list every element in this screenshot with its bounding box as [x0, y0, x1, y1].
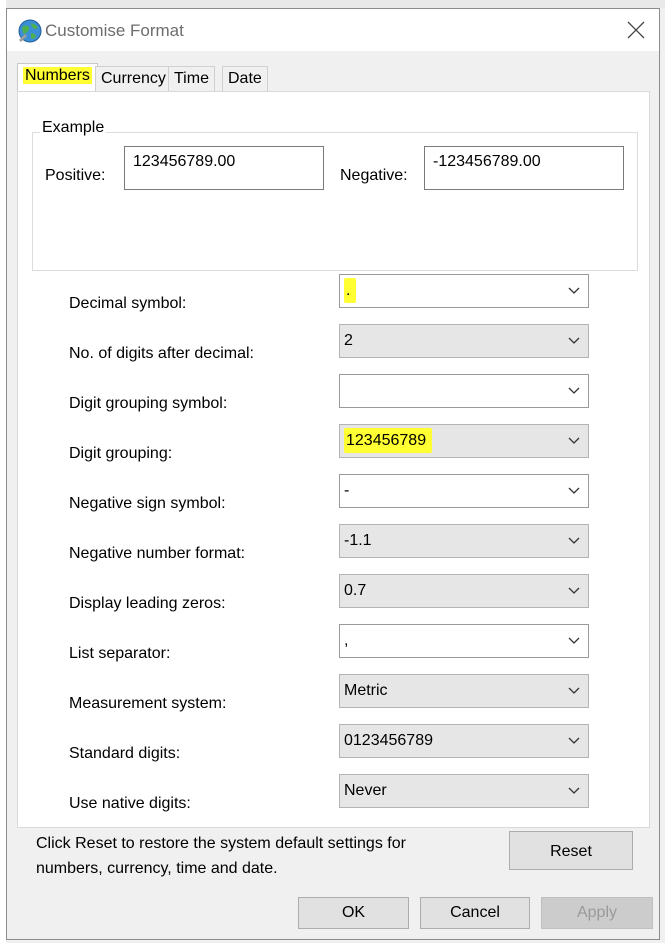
positive-example-box: 123456789.00	[124, 146, 324, 190]
negative-example-box: -123456789.00	[424, 146, 624, 190]
negative-number-format-value: -1.1	[344, 532, 372, 549]
use-native-digits-value: Never	[344, 782, 387, 799]
chevron-down-icon	[568, 687, 580, 694]
title-bar[interactable]: Customise Format	[7, 9, 659, 51]
chevron-down-icon	[568, 437, 580, 444]
customise-format-dialog: Customise Format Numbers Currency Time D…	[6, 8, 660, 940]
chevron-down-icon	[568, 537, 580, 544]
tab-numbers[interactable]: Numbers	[17, 63, 98, 93]
use-native-digits-label: Use native digits:	[69, 795, 191, 812]
positive-label: Positive:	[45, 167, 106, 184]
negative-example-value: -123456789.00	[433, 153, 541, 170]
globe-icon	[17, 18, 43, 44]
list-separator-label: List separator:	[69, 645, 171, 662]
negative-number-format-label: Negative number format:	[69, 545, 246, 562]
negative-sign-symbol-label: Negative sign symbol:	[69, 495, 226, 512]
digit-grouping-symbol-combo[interactable]	[339, 374, 589, 408]
tab-time[interactable]: Time	[168, 66, 215, 92]
use-native-digits-combo[interactable]: Never	[339, 774, 589, 808]
digit-grouping-label: Digit grouping:	[69, 445, 173, 462]
reset-description: Click Reset to restore the system defaul…	[36, 831, 486, 881]
chevron-down-icon	[568, 287, 580, 294]
reset-description-line1: Click Reset to restore the system defaul…	[36, 835, 406, 852]
decimal-symbol-combo[interactable]: .	[339, 274, 589, 308]
measurement-system-combo[interactable]: Metric	[339, 674, 589, 708]
ok-button[interactable]: OK	[298, 897, 409, 929]
close-icon	[627, 21, 645, 39]
negative-sign-symbol-value: -	[344, 482, 350, 499]
chevron-down-icon	[568, 487, 580, 494]
standard-digits-combo[interactable]: 0123456789	[339, 724, 589, 758]
cancel-button[interactable]: Cancel	[420, 897, 530, 929]
tab-label: Numbers	[23, 67, 92, 84]
positive-example-value: 123456789.00	[133, 153, 236, 170]
chevron-down-icon	[568, 587, 580, 594]
decimal-symbol-value: .	[344, 278, 357, 303]
digits-after-decimal-value: 2	[344, 332, 353, 349]
window-title: Customise Format	[45, 21, 184, 40]
tab-currency[interactable]: Currency	[95, 66, 172, 92]
measurement-system-label: Measurement system:	[69, 695, 227, 712]
display-leading-zeros-value: 0.7	[344, 582, 367, 599]
tab-date[interactable]: Date	[222, 66, 268, 92]
background-window-edge	[0, 0, 665, 8]
tab-label: Time	[174, 70, 209, 87]
negative-number-format-combo[interactable]: -1.1	[339, 524, 589, 558]
standard-digits-value: 0123456789	[344, 732, 433, 749]
close-button[interactable]	[613, 9, 659, 51]
digits-after-decimal-combo[interactable]: 2	[339, 324, 589, 358]
apply-button[interactable]: Apply	[541, 897, 653, 929]
decimal-symbol-label: Decimal symbol:	[69, 295, 187, 312]
chevron-down-icon	[568, 337, 580, 344]
display-leading-zeros-label: Display leading zeros:	[69, 595, 226, 612]
digit-grouping-combo[interactable]: 123456789	[339, 424, 589, 458]
example-legend: Example	[40, 119, 107, 137]
display-leading-zeros-combo[interactable]: 0.7	[339, 574, 589, 608]
digit-grouping-symbol-label: Digit grouping symbol:	[69, 395, 228, 412]
chevron-down-icon	[568, 787, 580, 794]
chevron-down-icon	[568, 387, 580, 394]
tab-label: Date	[228, 70, 262, 87]
chevron-down-icon	[568, 737, 580, 744]
list-separator-value: ,	[344, 632, 349, 649]
tab-label: Currency	[101, 70, 166, 87]
digits-after-decimal-label: No. of digits after decimal:	[69, 345, 254, 362]
list-separator-combo[interactable]: ,	[339, 624, 589, 658]
chevron-down-icon	[568, 637, 580, 644]
reset-button[interactable]: Reset	[509, 831, 633, 870]
reset-description-line2: numbers, currency, time and date.	[36, 860, 278, 877]
negative-sign-symbol-combo[interactable]: -	[339, 474, 589, 508]
digit-grouping-value: 123456789	[344, 428, 433, 453]
negative-label: Negative:	[340, 167, 408, 184]
standard-digits-label: Standard digits:	[69, 745, 181, 762]
measurement-system-value: Metric	[344, 682, 388, 699]
numbers-panel: Example Positive: 123456789.00 Negative:…	[17, 91, 650, 828]
